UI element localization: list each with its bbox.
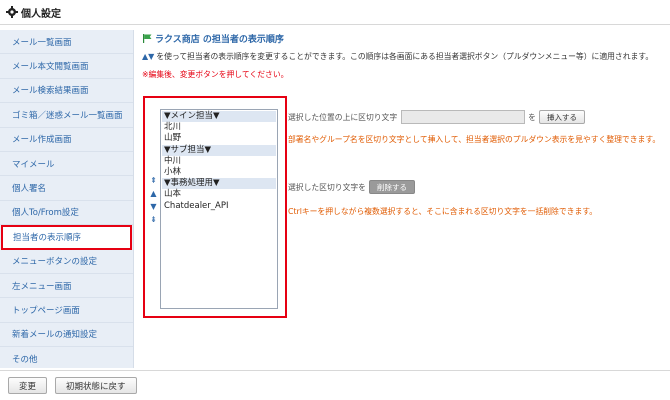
insert-suffix: を <box>528 112 536 122</box>
move-buttons: ⇞ ▲ ▼ ⇟ <box>149 174 158 226</box>
delete-separator-row: 選択した区切り文字を 削除する <box>288 180 415 194</box>
sidebar-item[interactable]: マイメール <box>0 152 133 177</box>
up-down-arrows-icon: ▲▼ <box>142 52 155 61</box>
sidebar-item[interactable]: トップページ画面 <box>0 298 133 323</box>
sidebar-item[interactable]: 左メニュー画面 <box>0 274 133 299</box>
order-panel: ⇞ ▲ ▼ ⇟ ▼メイン担当▼ 北川 山野 ▼サブ担当▼ 中川 小林 ▼事務処理用▼ 山本 Ch… <box>143 96 287 318</box>
description: ▲▼ を使って担当者の表示順序を変更することができます。この順序は各画面にある担… <box>142 51 667 62</box>
page-title: 個人設定 <box>21 8 61 20</box>
staff-order-listbox[interactable]: ▼メイン担当▼ 北川 山野 ▼サブ担当▼ 中川 小林 ▼事務処理用▼ 山本 Chatdealer… <box>160 109 278 309</box>
sidebar-item[interactable]: 担当者の表示順序 <box>1 225 132 250</box>
sidebar-item[interactable]: 新着メールの通知設定 <box>0 323 133 348</box>
separator-input[interactable] <box>401 110 526 124</box>
staff-option[interactable]: 小林 <box>162 167 276 178</box>
delete-info: Ctrlキーを押しながら複数選択すると、そこに含まれる区切り文字を一括削除できま… <box>288 207 598 216</box>
section-heading: ラクス商店 の担当者の表示順序 <box>142 32 667 45</box>
delete-label: 選択した区切り文字を <box>288 182 366 192</box>
sidebar-item[interactable]: その他 <box>0 347 133 372</box>
title-bar: 個人設定 <box>0 0 670 25</box>
sidebar-item[interactable]: メニューボタンの設定 <box>0 250 133 274</box>
delete-button[interactable]: 削除する <box>368 180 415 194</box>
reset-button[interactable]: 初期状態に戻す <box>55 377 137 394</box>
staff-option[interactable]: 山本 <box>162 189 276 200</box>
edit-note: ※編集後、変更ボタンを押してください。 <box>142 70 289 79</box>
sidebar-item[interactable]: 個人署名 <box>0 176 133 201</box>
main-content: ラクス商店 の担当者の表示順序 ▲▼ を使って担当者の表示順序を変更することがで… <box>142 30 667 368</box>
sidebar-item[interactable]: メール検索結果画面 <box>0 79 133 104</box>
insert-info: 部署名やグループ名を区切り文字として挿入して、担当者選択のプルダウン表示を見やす… <box>288 135 661 144</box>
sidebar-item[interactable]: メール本文閲覧画面 <box>0 54 133 79</box>
staff-option[interactable]: Chatdealer_API <box>162 201 276 212</box>
save-button[interactable]: 変更 <box>8 377 48 394</box>
separator-option[interactable]: ▼メイン担当▼ <box>162 111 276 123</box>
sidebar: メール一覧画面 メール本文閲覧画面 メール検索結果画面 ゴミ箱／迷惑メール一覧画面 メー… <box>0 30 134 372</box>
sidebar-item[interactable]: ゴミ箱／迷惑メール一覧画面 <box>0 103 133 128</box>
description-text: を使って担当者の表示順序を変更することができます。この順序は各画面にある担当者選… <box>156 52 654 61</box>
gear-icon <box>6 6 18 18</box>
heading-text: ラクス商店 の担当者の表示順序 <box>155 35 284 45</box>
separator-option[interactable]: ▼事務処理用▼ <box>162 178 276 190</box>
footer: 変更 初期状態に戻す <box>0 370 670 400</box>
move-up-icon[interactable]: ▲ <box>150 187 156 200</box>
insert-label: 選択した位置の上に区切り文字 <box>288 112 398 122</box>
staff-option[interactable]: 中川 <box>162 156 276 167</box>
sidebar-item[interactable]: メール作成画面 <box>0 128 133 152</box>
flag-icon <box>142 33 153 44</box>
staff-option[interactable]: 北川 <box>162 122 276 133</box>
staff-option[interactable]: 山野 <box>162 133 276 144</box>
insert-button[interactable]: 挿入する <box>538 110 585 124</box>
move-bottom-icon[interactable]: ⇟ <box>150 213 157 226</box>
sidebar-item[interactable]: 個人To/From設定 <box>0 201 133 226</box>
separator-option[interactable]: ▼サブ担当▼ <box>162 144 276 156</box>
move-top-icon[interactable]: ⇞ <box>150 174 157 187</box>
move-down-icon[interactable]: ▼ <box>150 200 156 213</box>
sidebar-item[interactable]: メール一覧画面 <box>0 30 133 55</box>
insert-separator-row: 選択した位置の上に区切り文字 を 挿入する <box>288 110 585 124</box>
